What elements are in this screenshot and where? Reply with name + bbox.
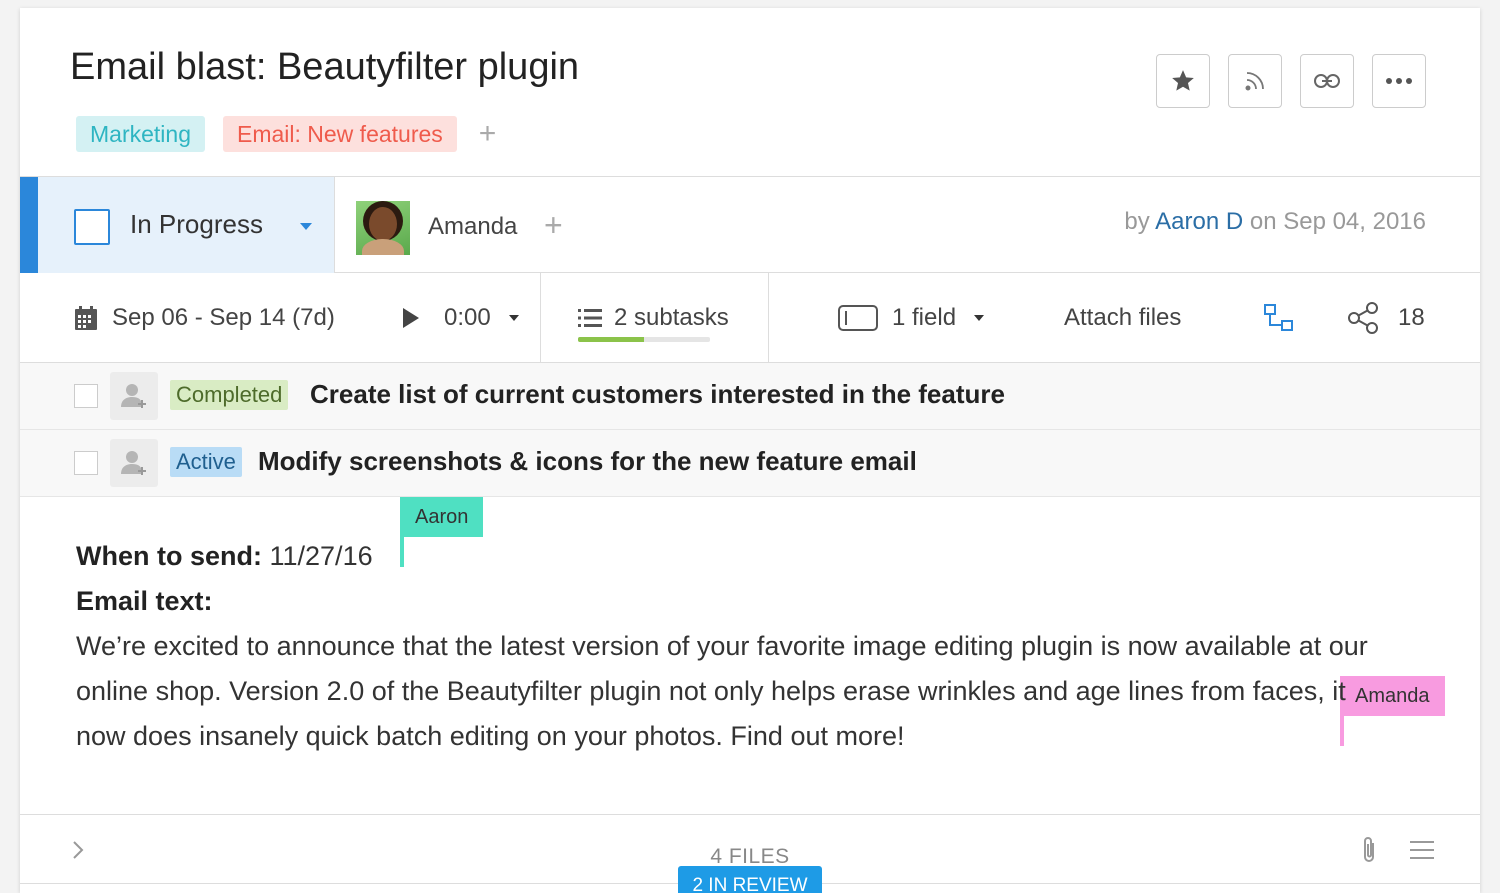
- add-user-icon: [121, 451, 146, 475]
- meta-row: Sep 06 - Sep 14 (7d) 0:00 2 subtasks 1 f…: [20, 273, 1480, 363]
- status-selector[interactable]: In Progress: [20, 177, 335, 273]
- byline-prefix: by: [1124, 208, 1150, 235]
- subtasks-progress-bar: [578, 337, 710, 342]
- author-link[interactable]: Aaron D: [1155, 208, 1243, 235]
- link-icon: [1314, 74, 1340, 88]
- paperclip-icon[interactable]: [1360, 835, 1378, 865]
- more-icon: [1386, 78, 1412, 84]
- add-assignee-button[interactable]: +: [544, 207, 563, 244]
- task-card: Email blast: Beautyfilter plugin Marketi…: [20, 8, 1480, 893]
- when-to-send-value: 11/27/16: [269, 541, 373, 571]
- task-title[interactable]: Email blast: Beautyfilter plugin: [70, 46, 579, 89]
- share-button[interactable]: 18: [1346, 273, 1425, 362]
- subtask-title[interactable]: Modify screenshots & icons for the new f…: [258, 446, 917, 477]
- star-icon: [1172, 70, 1194, 91]
- when-to-send-label: When to send:: [76, 541, 262, 571]
- play-icon: [403, 307, 419, 328]
- tag-email-new-features[interactable]: Email: New features: [222, 116, 457, 152]
- assign-subtask-button[interactable]: [110, 439, 158, 487]
- calendar-icon: [75, 305, 97, 330]
- email-body: We’re excited to announce that the lates…: [76, 631, 1368, 751]
- date-range-label: Sep 06 - Sep 14 (7d): [112, 303, 335, 331]
- email-text-label: Email text:: [76, 586, 213, 616]
- subtask-title[interactable]: Create list of current customers interes…: [310, 379, 1005, 410]
- subtask-row[interactable]: Completed Create list of current custome…: [20, 363, 1480, 430]
- subtasks-label: 2 subtasks: [614, 303, 729, 331]
- attach-files-label: Attach files: [1064, 303, 1182, 331]
- dependencies-icon: [1264, 303, 1293, 331]
- custom-fields[interactable]: 1 field: [838, 273, 985, 362]
- share-count: 18: [1398, 303, 1425, 331]
- link-button[interactable]: [1300, 54, 1354, 108]
- timer[interactable]: 0:00: [402, 273, 519, 362]
- subtask-checkbox[interactable]: [74, 451, 98, 475]
- date-range[interactable]: Sep 06 - Sep 14 (7d): [74, 273, 335, 362]
- status-color-bar: [20, 177, 38, 273]
- tag-list: Marketing Email: New features +: [76, 116, 496, 152]
- avatar[interactable]: [356, 201, 410, 255]
- menu-icon[interactable]: [1410, 841, 1434, 859]
- share-icon: [1348, 301, 1378, 334]
- caret-down-icon[interactable]: [508, 314, 519, 321]
- tag-marketing[interactable]: Marketing: [76, 116, 205, 152]
- subtask-checkbox[interactable]: [74, 384, 98, 408]
- assignee-name[interactable]: Amanda: [428, 213, 517, 241]
- field-icon: [838, 304, 878, 331]
- status-checkbox[interactable]: [74, 209, 110, 245]
- add-user-icon: [121, 384, 146, 408]
- subtask-row[interactable]: Active Modify screenshots & icons for th…: [20, 430, 1480, 497]
- task-description[interactable]: When to send: 11/27/16 Email text: We’re…: [76, 534, 1376, 759]
- status-label: In Progress: [130, 209, 263, 239]
- rss-icon: [1245, 72, 1264, 91]
- star-button[interactable]: [1156, 54, 1210, 108]
- byline-date: on Sep 04, 2016: [1249, 208, 1426, 235]
- subtask-status-badge: Completed: [170, 380, 289, 410]
- attach-files-button[interactable]: Attach files: [1064, 273, 1181, 362]
- status-row: In Progress Amanda + by Aaron D on Sep 0…: [20, 176, 1480, 273]
- in-review-badge[interactable]: 2 IN REVIEW: [678, 866, 822, 893]
- caret-down-icon[interactable]: [974, 314, 985, 321]
- byline: by Aaron D on Sep 04, 2016: [1124, 208, 1426, 236]
- subtask-status-badge: Active: [170, 447, 242, 477]
- rss-button[interactable]: [1228, 54, 1282, 108]
- subtasks-toggle[interactable]: 2 subtasks: [578, 273, 729, 362]
- list-icon: [578, 308, 602, 327]
- timer-value: 0:00: [444, 303, 491, 331]
- assign-subtask-button[interactable]: [110, 372, 158, 420]
- more-button[interactable]: [1372, 54, 1426, 108]
- fields-label: 1 field: [892, 303, 957, 331]
- add-tag-button[interactable]: +: [479, 119, 497, 149]
- caret-down-icon[interactable]: [300, 223, 312, 230]
- header-actions: [1156, 54, 1426, 108]
- dependencies-button[interactable]: [1264, 273, 1294, 362]
- collaborator-cursor-label: Aaron: [400, 497, 484, 537]
